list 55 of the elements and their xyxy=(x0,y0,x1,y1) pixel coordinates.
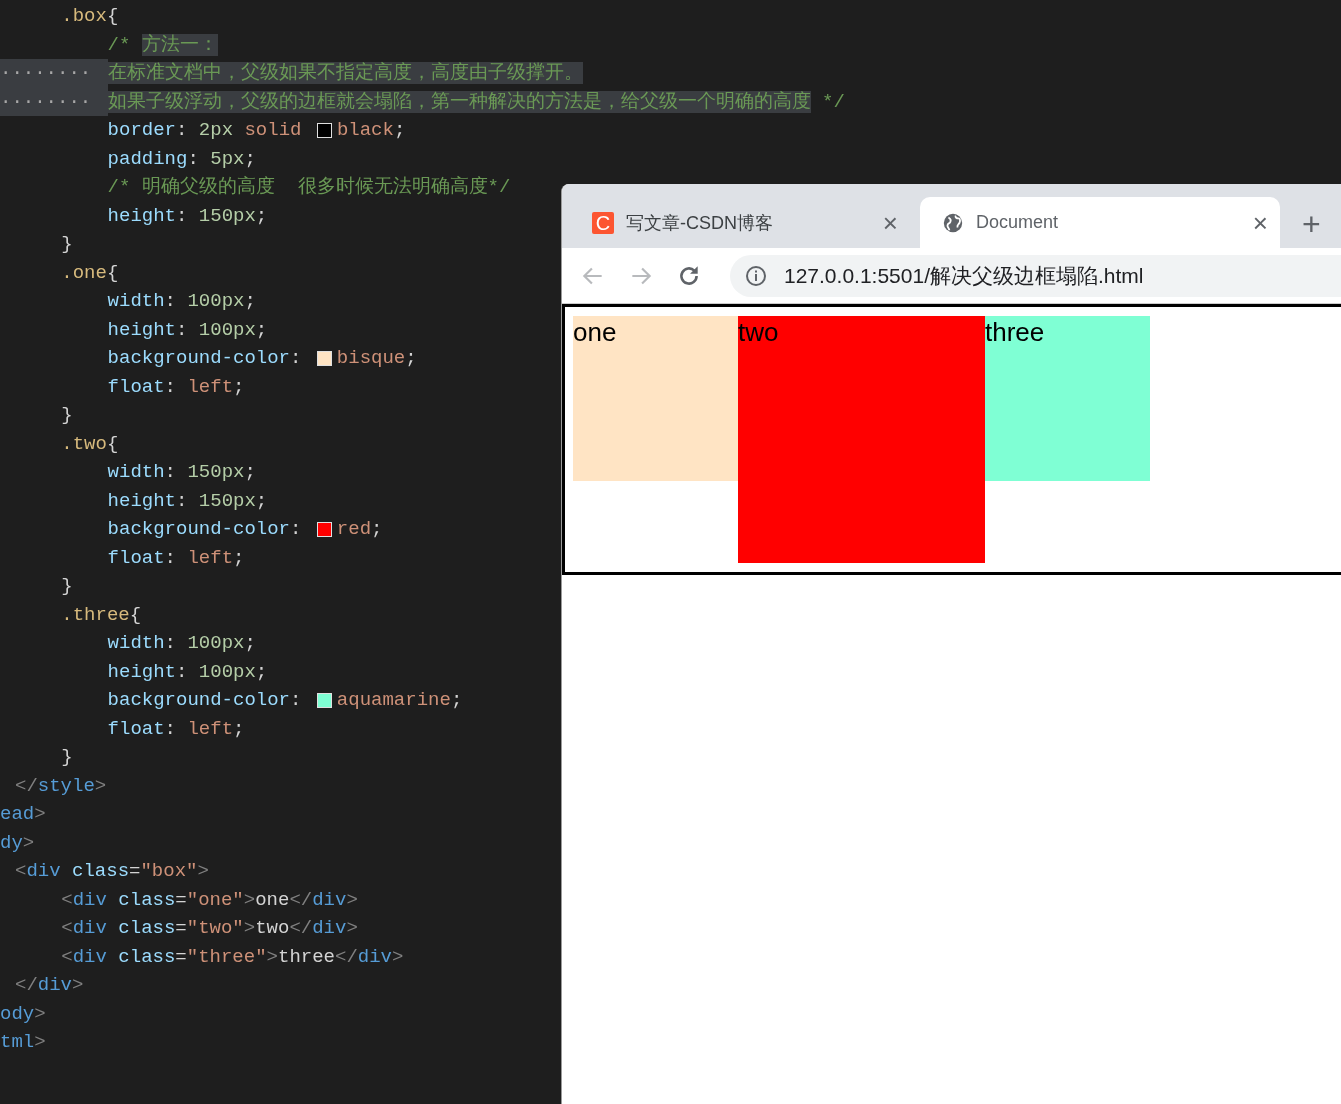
code-text: ········ 如果子级浮动，父级的边框就会塌陷，第一种解决的方法是，给父级一个明确的高度 xyxy=(0,87,811,116)
code-text: red; xyxy=(336,517,383,542)
address-field[interactable]: 127.0.0.1:5501/解决父级边框塌陷.html xyxy=(730,254,1341,297)
code-text: ody> xyxy=(0,1001,46,1027)
code-text: .two{ xyxy=(61,431,119,457)
code-text: <div class="three">three</div> xyxy=(61,944,404,970)
code-text: width: 100px; xyxy=(107,289,256,314)
code-text: */ xyxy=(821,89,845,115)
code-text: border: 2px solid xyxy=(107,118,303,143)
code-text: <div class="one">one</div> xyxy=(61,887,358,913)
code-text: background-color: xyxy=(107,346,303,371)
code-text: tml> xyxy=(0,1030,46,1055)
code-text: </div> xyxy=(15,973,84,998)
code-text: width: 100px; xyxy=(107,631,256,656)
code-text: background-color: xyxy=(107,517,303,542)
code-text: float: left; xyxy=(107,545,245,571)
code-text: height: 150px; xyxy=(107,488,268,514)
code-text: 方法一： xyxy=(141,32,218,58)
info-icon[interactable] xyxy=(744,263,768,288)
browser-tab[interactable]: C 写文章-CSDN博客 × xyxy=(570,197,910,248)
code-text: black; xyxy=(336,118,406,143)
close-button[interactable]: × xyxy=(1252,209,1268,236)
colored-block: two xyxy=(738,316,985,563)
code-text: /* 明确父级的高度 很多时候无法明确高度*/ xyxy=(107,175,511,200)
code-text: dy> xyxy=(0,830,35,856)
code-text: ········ 在标准文档中，父级如果不指定高度，高度由子级撑开。 xyxy=(0,59,583,88)
colored-block: three xyxy=(985,316,1150,481)
globe-icon xyxy=(942,211,964,234)
code-text: /* xyxy=(107,32,132,58)
code-text: height: 100px; xyxy=(107,317,268,343)
code-text: <div class="box"> xyxy=(15,859,209,884)
code-text: aquamarine; xyxy=(336,688,463,713)
code-text: float: left; xyxy=(107,374,245,400)
code-text: float: left; xyxy=(107,716,245,742)
code-text: } xyxy=(61,232,73,257)
code-text: width: 150px; xyxy=(107,460,256,485)
code-text: height: 100px; xyxy=(107,659,268,685)
close-button[interactable]: × xyxy=(882,209,898,236)
site-logo: C xyxy=(592,211,614,234)
code-text: .box{ xyxy=(61,4,119,29)
colored-block: one xyxy=(573,316,738,481)
code-text: .three{ xyxy=(61,602,142,628)
code-text: } xyxy=(61,403,73,428)
code-text: </style> xyxy=(15,773,107,799)
browser-tab[interactable]: Document × xyxy=(920,197,1280,248)
code-text: } xyxy=(61,574,73,599)
code-text: } xyxy=(61,745,73,770)
new-tab-button[interactable]: + xyxy=(1302,208,1321,240)
code-text: ead> xyxy=(0,802,46,827)
code-text: background-color: xyxy=(107,688,303,713)
code-text: <div class="two">two</div> xyxy=(61,916,358,941)
code-text: height: 150px; xyxy=(107,203,268,229)
code-text: bisque; xyxy=(336,346,417,371)
code-text: padding: 5px; xyxy=(107,146,256,172)
code-text: .one{ xyxy=(61,260,119,286)
